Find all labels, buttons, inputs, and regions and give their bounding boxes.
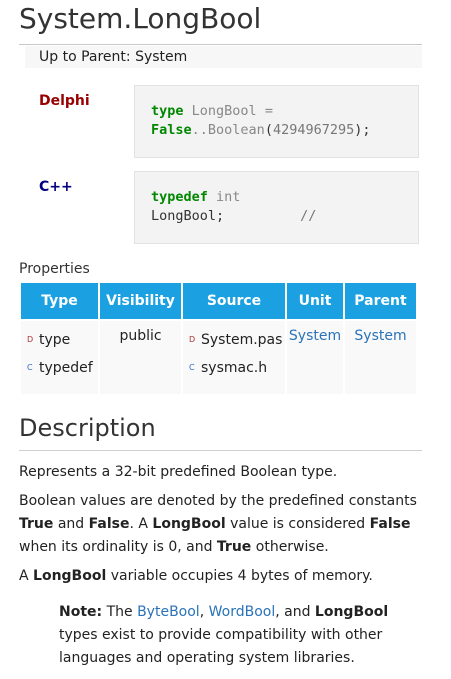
note-longbool: LongBool xyxy=(314,604,389,620)
source-cell: D System.pas Csysmac.h xyxy=(183,321,285,394)
cpp-kw-typedef: typedef xyxy=(151,189,208,205)
unit-link[interactable]: System xyxy=(287,321,343,394)
p2-text: . A xyxy=(129,516,153,532)
p2-true: True xyxy=(19,516,54,532)
cpp-type-int: int xyxy=(216,189,241,205)
header-visibility: Visibility xyxy=(100,283,181,319)
description-paragraph-3: A LongBool variable occupies 4 bytes of … xyxy=(19,565,429,588)
note-block: Note: The ByteBool, WordBool, and LongBo… xyxy=(59,601,389,670)
source-item-cpp: Csysmac.h xyxy=(183,358,285,386)
note-text: types exist to provide compatibility wit… xyxy=(59,627,383,666)
delphi-marker-icon: D xyxy=(27,335,34,344)
delphi-open-paren: ( xyxy=(264,122,273,138)
visibility-cell: public xyxy=(100,321,181,394)
properties-header-row: Type Visibility Source Unit Parent xyxy=(21,283,416,319)
p3-text: A xyxy=(19,568,34,584)
p3-text: variable occupies 4 bytes of memory. xyxy=(106,568,373,584)
p2-text: when its ordinality is 0, and xyxy=(19,539,217,555)
p2-longbool: LongBool xyxy=(152,516,226,532)
header-source: Source xyxy=(183,283,285,319)
source-item-label: System.pas xyxy=(201,332,283,348)
note-text: , xyxy=(199,604,209,620)
delphi-code-line-1: type LongBool = xyxy=(151,102,418,121)
properties-label: Properties xyxy=(19,261,90,277)
description-divider xyxy=(19,450,422,451)
parent-link[interactable]: System xyxy=(135,49,187,65)
description-paragraph-2: Boolean values are denoted by the predef… xyxy=(19,490,429,559)
p2-text: value is considered xyxy=(225,516,370,532)
wordbool-link[interactable]: WordBool xyxy=(209,604,276,620)
parent-cell-link[interactable]: System xyxy=(345,321,416,394)
cpp-marker-icon: C xyxy=(189,363,195,372)
delphi-ident: LongBool xyxy=(191,103,257,119)
p2-text: and xyxy=(53,516,89,532)
type-cell: Dtype Ctypedef xyxy=(21,321,98,394)
table-row: Dtype Ctypedef public D System.pas Csysma… xyxy=(21,321,416,394)
p2-text: otherwise. xyxy=(251,539,329,555)
title-divider xyxy=(19,44,422,45)
cpp-code-block: typedef int LongBool; // xyxy=(134,171,419,244)
properties-table: Type Visibility Source Unit Parent Dtype… xyxy=(19,281,418,396)
source-item-label: sysmac.h xyxy=(201,360,268,376)
delphi-label: Delphi xyxy=(39,93,90,109)
type-item-cpp: Ctypedef xyxy=(21,358,98,386)
header-type: Type xyxy=(21,283,98,319)
note-text: , and xyxy=(275,604,315,620)
cpp-marker-icon: C xyxy=(27,363,33,372)
type-item-delphi: Dtype xyxy=(21,330,98,358)
p2-false: False xyxy=(369,516,411,532)
page-title: System.LongBool xyxy=(19,2,262,35)
header-parent: Parent xyxy=(345,283,416,319)
p2-true: True xyxy=(216,539,252,555)
delphi-base: Boolean xyxy=(207,122,265,138)
delphi-range: .. xyxy=(191,122,208,138)
delphi-marker-icon: D xyxy=(189,335,196,344)
delphi-kw-false: False xyxy=(151,122,192,138)
delphi-eq: = xyxy=(256,103,273,119)
delphi-value: 4294967295 xyxy=(272,122,355,138)
breadcrumb: Up to Parent: System xyxy=(25,46,422,68)
cpp-comment: // xyxy=(300,208,317,224)
p2-false: False xyxy=(88,516,130,532)
cpp-ident: LongBool; xyxy=(151,208,225,224)
p2-text: Boolean values are denoted by the predef… xyxy=(19,493,417,509)
header-unit: Unit xyxy=(287,283,343,319)
delphi-close: ); xyxy=(354,122,371,138)
bytebool-link[interactable]: ByteBool xyxy=(137,604,200,620)
cpp-label: C++ xyxy=(39,179,73,195)
note-label: Note: xyxy=(59,604,103,620)
type-item-label: typedef xyxy=(39,360,93,376)
description-heading: Description xyxy=(19,414,156,442)
note-text: The xyxy=(102,604,138,620)
delphi-code-block: type LongBool = False..Boolean(429496729… xyxy=(134,85,419,158)
description-paragraph-1: Represents a 32-bit predefined Boolean t… xyxy=(19,464,338,480)
delphi-code-line-2: False..Boolean(4294967295); xyxy=(151,121,418,140)
up-to-parent-text: Up to Parent: System xyxy=(39,49,187,65)
p3-longbool: LongBool xyxy=(33,568,107,584)
type-item-label: type xyxy=(39,332,71,348)
cpp-code-line-2: LongBool; // xyxy=(151,207,418,226)
source-item-delphi: D System.pas xyxy=(183,330,285,358)
delphi-kw-type: type xyxy=(151,103,184,119)
cpp-code-line-1: typedef int xyxy=(151,188,418,207)
parent-prefix: Up to Parent: xyxy=(39,49,131,65)
